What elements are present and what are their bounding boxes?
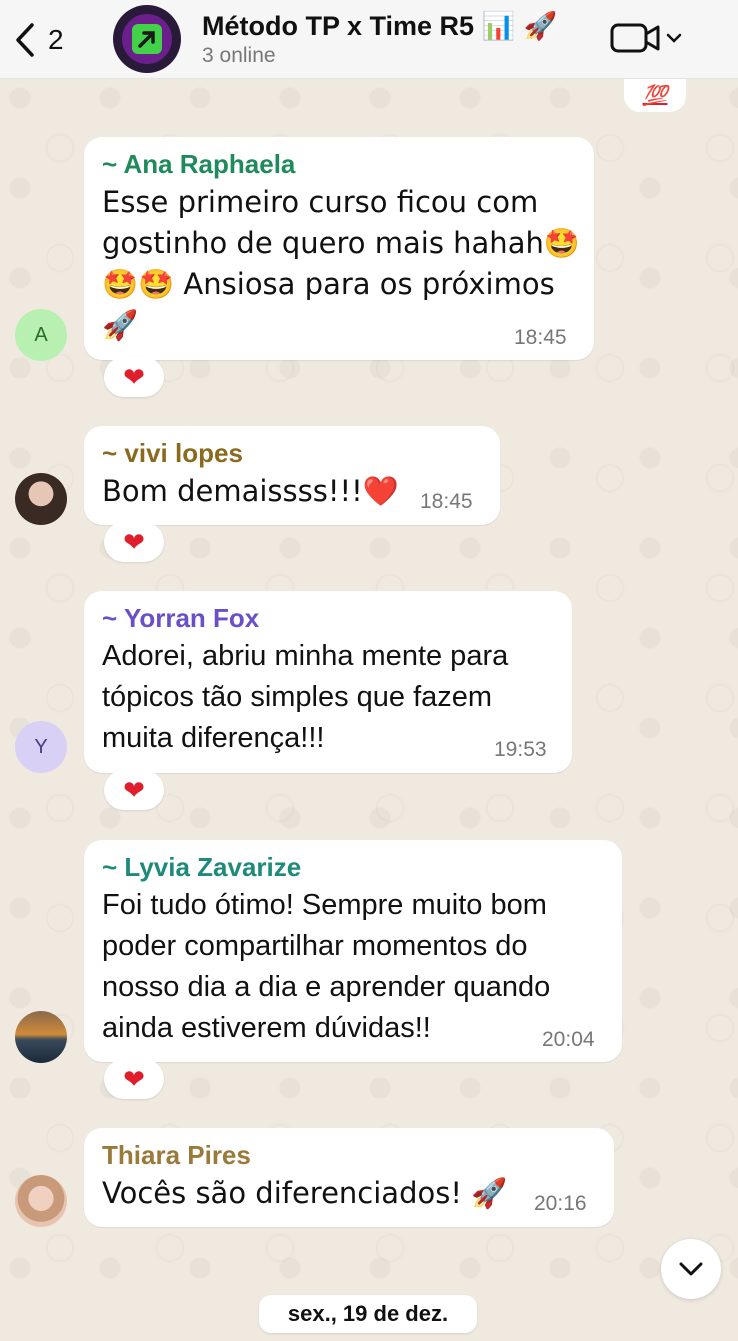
video-call-button[interactable] [610,20,690,56]
chevron-down-icon [666,33,682,43]
date-separator: sex., 19 de dez. [259,1295,477,1333]
message-bubble[interactable]: ~ Yorran Fox Adorei, abriu minha mente p… [84,591,572,773]
online-status: 3 online [202,44,276,67]
sender-name: ~ Ana Raphaela [102,149,296,179]
message-line: gostinho de quero mais hahah🤩 [102,226,580,260]
avatar[interactable]: A [15,309,67,361]
message-line: Vocês são diferenciados! 🚀 [102,1176,508,1210]
sender-name: Thiara Pires [102,1140,251,1170]
avatar-photo[interactable] [15,1011,67,1063]
sender-name: ~ Lyvia Zavarize [102,852,302,882]
heart-reaction[interactable]: ❤ [104,770,164,810]
message-bubble[interactable]: Thiara Pires Vocês são diferenciados! 🚀 … [84,1128,614,1227]
previous-reaction-hundred[interactable]: 💯 [624,78,686,112]
sender-name: ~ vivi lopes [102,438,243,468]
group-avatar[interactable] [113,5,181,73]
video-camera-icon [610,23,660,53]
heart-reaction[interactable]: ❤ [104,1059,164,1099]
unread-count: 2 [48,24,64,55]
message-line: muita diferença!!! [102,722,325,754]
arrow-logo-icon [132,24,162,54]
message-bubble[interactable]: ~ Lyvia Zavarize Foi tudo ótimo! Sempre … [84,840,622,1062]
message-time: 18:45 [420,490,473,513]
message-line: 🚀 [102,308,139,342]
chat-title-emojis: 📊 🚀 [481,11,558,42]
avatar-initial: A [34,323,48,346]
chat-title[interactable]: Método TP x Time R5 📊 🚀 [202,10,557,42]
avatar-photo[interactable] [15,473,67,525]
message-bubble[interactable]: ~ vivi lopes Bom demaissss!!!❤️ 18:45 [84,426,500,525]
chevron-down-icon [679,1262,703,1276]
message-time: 19:53 [494,738,547,761]
avatar-photo[interactable] [15,1175,67,1227]
message-line: Adorei, abriu minha mente para [102,640,509,672]
group-avatar-ring [122,14,172,64]
back-button[interactable]: 2 [14,20,74,60]
message-line: Bom demaissss!!!❤️ [102,474,399,508]
scroll-to-bottom-button[interactable] [661,1239,721,1299]
chat-title-text: Método TP x Time R5 [202,11,475,41]
message-line: nosso dia a dia e aprender quando [102,971,551,1003]
avatar[interactable]: Y [15,721,67,773]
message-line: tópicos tão simples que fazem [102,681,493,713]
message-time: 20:04 [542,1028,595,1051]
chat-header: 2 Método TP x Time R5 📊 🚀 3 online [0,0,738,79]
message-line: ainda estiverem dúvidas!! [102,1012,431,1044]
message-time: 20:16 [534,1192,587,1215]
message-line: 🤩🤩 Ansiosa para os próximos [102,267,555,301]
message-line: Esse primeiro curso ficou com [102,185,539,219]
heart-reaction[interactable]: ❤ [104,357,164,397]
message-line: poder compartilhar momentos do [102,930,528,962]
avatar-initial: Y [34,735,48,758]
sender-name: ~ Yorran Fox [102,603,260,633]
message-bubble[interactable]: ~ Ana Raphaela Esse primeiro curso ficou… [84,137,594,360]
message-line: Foi tudo ótimo! Sempre muito bom [102,889,547,921]
message-time: 18:45 [514,326,567,349]
chevron-left-icon [16,23,34,57]
heart-reaction[interactable]: ❤ [104,522,164,562]
